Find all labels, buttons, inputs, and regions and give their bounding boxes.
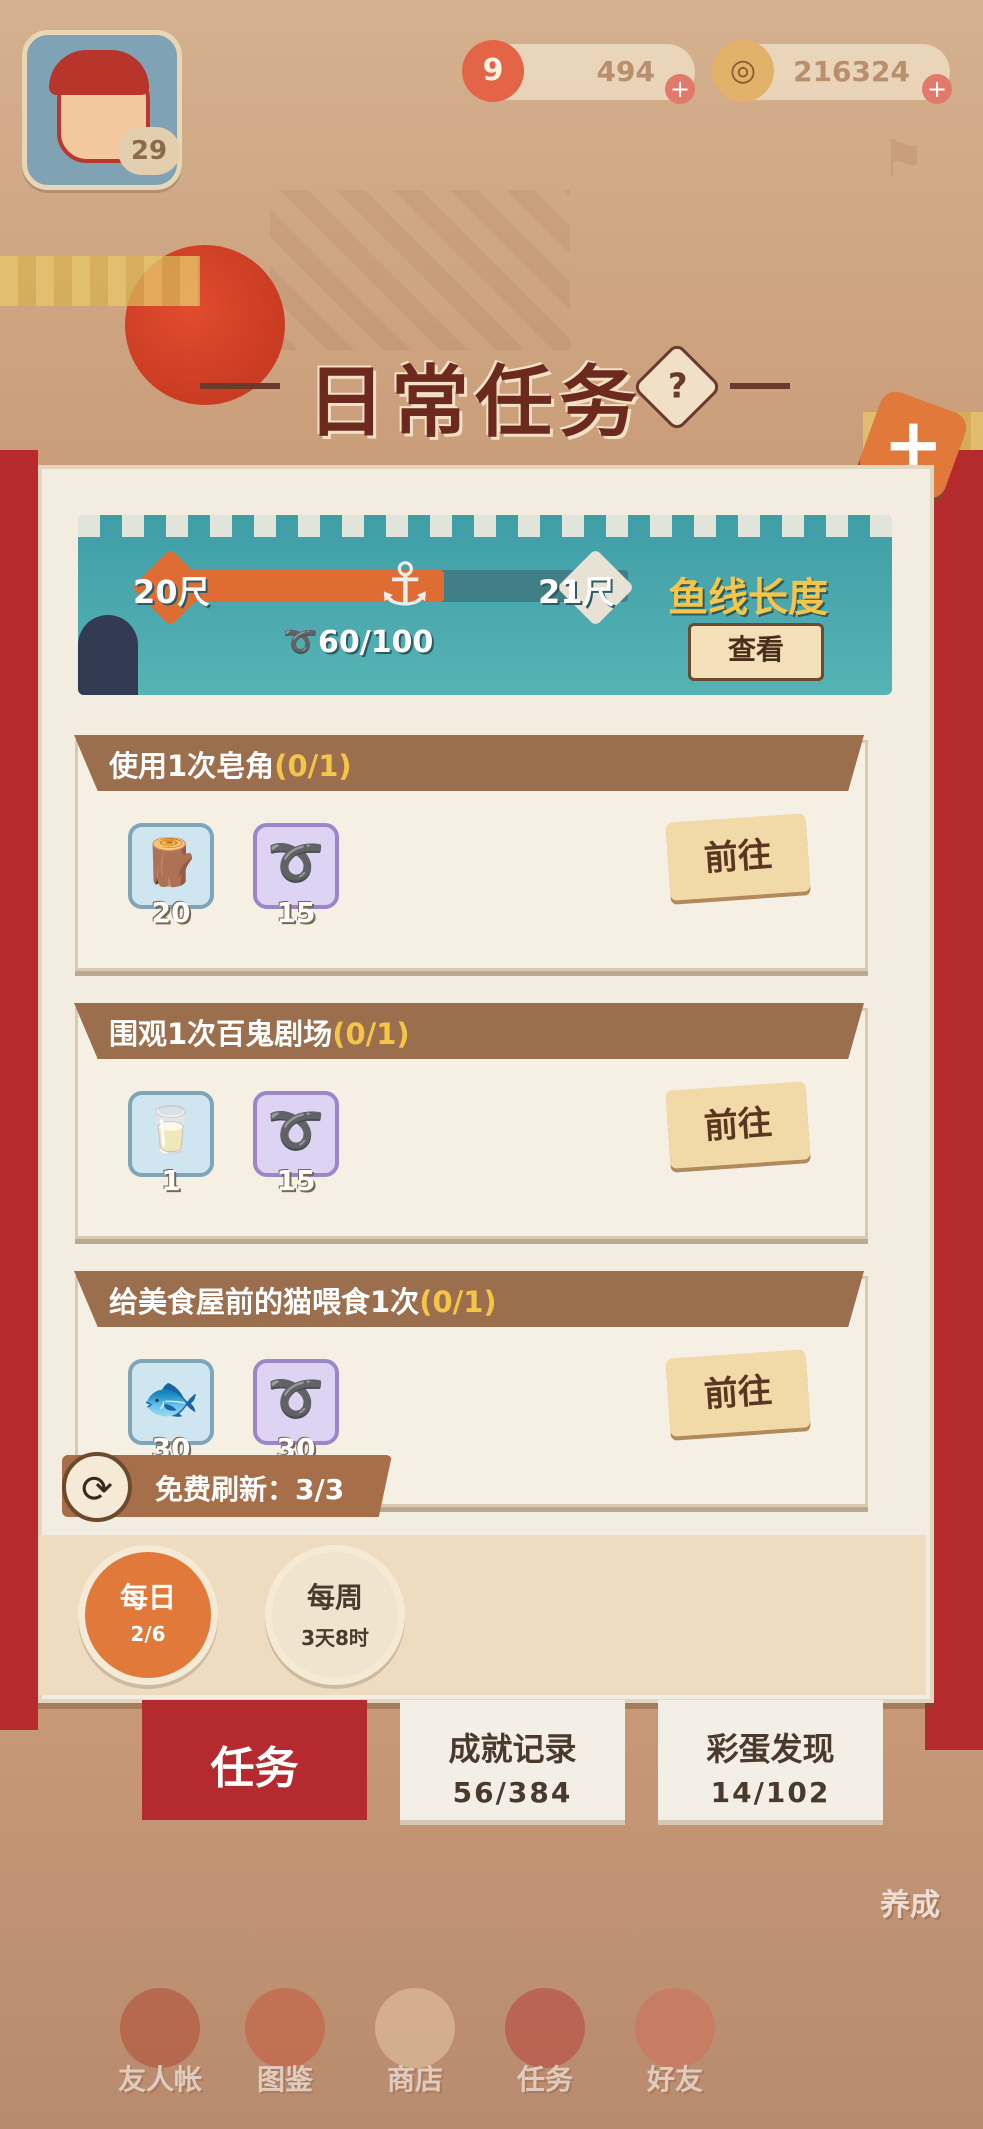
reward-count: 20 xyxy=(151,896,191,929)
currency-1-add-button[interactable]: + xyxy=(665,74,695,104)
currency-1-value: 494 xyxy=(596,55,655,88)
weekly-tab[interactable]: 每周 3天8时 xyxy=(265,1545,405,1685)
daruma-icon xyxy=(120,1988,200,2068)
cultivate-button[interactable]: 养成 xyxy=(880,1880,940,1924)
tab-achievements-label: 成就记录 xyxy=(448,1730,577,1768)
fishing-hook-icon: ⚓ xyxy=(378,550,432,620)
question-icon: ? xyxy=(667,366,688,407)
free-refresh-label: 免费刷新：3/3 xyxy=(155,1473,345,1506)
reward-milk[interactable]: 🥛 1 xyxy=(128,1091,214,1197)
friends-icon xyxy=(635,1988,715,2068)
rope-icon: ➰ xyxy=(267,835,325,889)
currency-1-icon: 9 xyxy=(462,40,524,102)
view-line-button[interactable]: 查看 xyxy=(688,623,824,681)
nav-label: 任务 xyxy=(516,2063,573,2096)
background-pattern xyxy=(270,190,570,350)
reward-fish[interactable]: 🐟 30 xyxy=(128,1359,214,1465)
task-card: 围观1次百鬼剧场(0/1) 🥛 1 ➰ 15 前往 xyxy=(74,1003,868,1239)
task-progress: (0/1) xyxy=(419,1285,497,1319)
go-button[interactable]: 前往 xyxy=(665,813,811,901)
milk-carton-icon: 🥛 xyxy=(142,1103,200,1157)
nav-friend-book[interactable]: 友人帐 xyxy=(105,1988,215,2108)
avatar-hair xyxy=(49,50,149,95)
reward-count: 15 xyxy=(276,1164,316,1197)
player-level-badge: 29 xyxy=(118,127,180,175)
tab-tasks[interactable]: 任务 xyxy=(142,1700,367,1820)
tab-easter-eggs-label: 彩蛋发现 xyxy=(706,1730,835,1768)
go-button[interactable]: 前往 xyxy=(665,1349,811,1437)
task-title: 给美食屋前的猫喂食1次(0/1) xyxy=(109,1279,497,1321)
task-progress: (0/1) xyxy=(274,749,352,783)
fish-banner-icon: ⚑ xyxy=(880,130,926,188)
character-icon xyxy=(78,615,138,695)
daily-tab[interactable]: 每日 2/6 xyxy=(78,1545,218,1685)
task-progress: (0/1) xyxy=(332,1017,410,1051)
rope-icon: ➰ xyxy=(267,1103,325,1157)
fish-icon: 🐟 xyxy=(142,1371,200,1425)
next-length-label: 21尺 xyxy=(538,573,615,611)
task-title-text: 给美食屋前的猫喂食1次 xyxy=(109,1285,420,1319)
currency-2-add-button[interactable]: + xyxy=(922,74,952,104)
task-header: 使用1次皂角(0/1) xyxy=(74,735,864,791)
page-title: 日常任务 xyxy=(306,358,643,448)
task-card: 使用1次皂角(0/1) 🪵 20 ➰ 15 前往 xyxy=(74,735,868,971)
left-red-banner xyxy=(0,450,38,1730)
daily-tab-progress: 2/6 xyxy=(130,1622,166,1646)
eye-book-icon xyxy=(245,1988,325,2068)
weekly-tab-label: 每周 xyxy=(306,1581,363,1614)
reward-rope[interactable]: ➰ 15 xyxy=(253,1091,339,1197)
tab-tasks-label: 任务 xyxy=(210,1743,299,1794)
refresh-icon[interactable]: ⟳ xyxy=(62,1452,132,1522)
reward-count: 1 xyxy=(161,1164,181,1197)
weekly-tab-timer: 3天8时 xyxy=(301,1626,369,1650)
nav-shop[interactable]: 商店 xyxy=(360,1988,470,2108)
nav-tasks[interactable]: 任务 xyxy=(490,1988,600,2108)
reward-count: 15 xyxy=(276,896,316,929)
wood-logs-icon: 🪵 xyxy=(142,835,200,889)
rope-icon: ➰ xyxy=(267,1371,325,1425)
rope-icon: ➰ xyxy=(283,625,318,658)
fishing-line-banner: 20尺 21尺 ⚓ ➰ 60/100 鱼线长度 查看 xyxy=(78,515,892,695)
task-title-text: 使用1次皂角 xyxy=(109,749,275,783)
nav-friends[interactable]: 好友 xyxy=(620,1988,730,2108)
lucky-cat-icon xyxy=(375,1988,455,2068)
reward-rope[interactable]: ➰ 30 xyxy=(253,1359,339,1465)
tab-easter-eggs-count: 14/102 xyxy=(710,1776,831,1809)
task-header: 给美食屋前的猫喂食1次(0/1) xyxy=(74,1271,864,1327)
gift-box-icon xyxy=(505,1988,585,2068)
nav-collection[interactable]: 图鉴 xyxy=(230,1988,340,2108)
task-title: 使用1次皂角(0/1) xyxy=(109,743,352,785)
wave-decoration xyxy=(78,515,892,537)
reward-rope[interactable]: ➰ 15 xyxy=(253,823,339,929)
coin-icon: ◎ xyxy=(712,40,774,102)
tab-achievements[interactable]: 成就记录 56/384 xyxy=(400,1700,625,1820)
task-title-text: 围观1次百鬼剧场 xyxy=(109,1017,333,1051)
tab-achievements-count: 56/384 xyxy=(452,1776,573,1809)
nav-label: 好友 xyxy=(646,2063,703,2096)
go-button[interactable]: 前往 xyxy=(665,1081,811,1169)
currency-2-value: 216324 xyxy=(793,55,910,88)
tab-easter-eggs[interactable]: 彩蛋发现 14/102 xyxy=(658,1700,883,1820)
title-ornament-right xyxy=(730,383,790,389)
current-length-label: 20尺 xyxy=(133,573,210,611)
title-ornament-left xyxy=(200,383,280,389)
line-progress-text: 60/100 xyxy=(318,625,434,660)
task-title: 围观1次百鬼剧场(0/1) xyxy=(109,1011,410,1053)
nav-label: 友人帐 xyxy=(117,2063,202,2096)
daily-tab-label: 每日 xyxy=(119,1581,176,1614)
line-length-title: 鱼线长度 xyxy=(668,575,828,621)
nav-label: 商店 xyxy=(386,2063,443,2096)
task-header: 围观1次百鬼剧场(0/1) xyxy=(74,1003,864,1059)
gold-decoration xyxy=(0,256,200,306)
nav-label: 图鉴 xyxy=(256,2063,313,2096)
reward-wood-logs[interactable]: 🪵 20 xyxy=(128,823,214,929)
